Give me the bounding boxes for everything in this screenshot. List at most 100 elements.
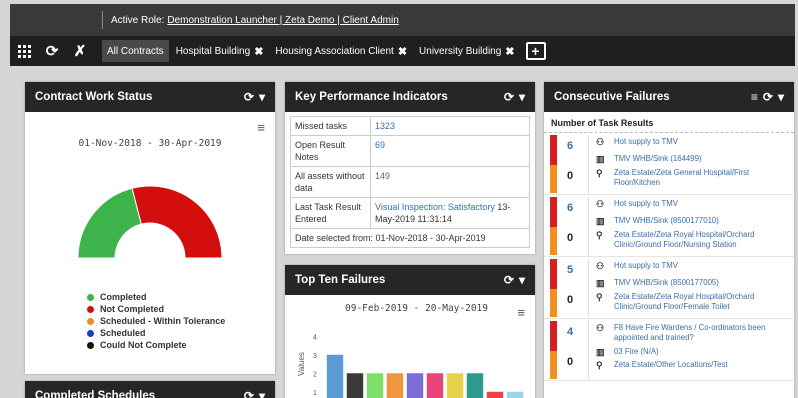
asset-link[interactable]: TMV WHB/Sink (8500177010) bbox=[614, 216, 784, 226]
chevron-down-icon[interactable]: ▾ bbox=[778, 90, 784, 104]
failure-bar-orange bbox=[550, 351, 557, 379]
tab-all-contracts[interactable]: All Contracts bbox=[102, 40, 169, 62]
legend-item[interactable]: Completed bbox=[87, 292, 225, 302]
location-link[interactable]: Zeta Estate/Zeta General Hospital/First … bbox=[614, 168, 784, 188]
chevron-down-icon[interactable]: ▾ bbox=[519, 90, 525, 104]
panel-title: Top Ten Failures bbox=[295, 274, 386, 286]
barcode-icon: ▥ bbox=[596, 154, 605, 164]
barcode-icon: ▥ bbox=[596, 216, 605, 226]
asset-link[interactable]: 03 Fire (N/A) bbox=[614, 347, 784, 357]
legend-item[interactable]: Scheduled - Within Tolerance bbox=[87, 316, 225, 326]
location-line: ⚲ Zeta Estate/Zeta Royal Hospital/Orchard… bbox=[596, 230, 784, 250]
chevron-down-icon[interactable]: ▾ bbox=[519, 273, 525, 287]
failure-zero-count: 0 bbox=[567, 356, 574, 368]
legend-item[interactable]: Not Completed bbox=[87, 304, 225, 314]
failure-bar-orange bbox=[550, 165, 557, 193]
close-icon[interactable]: ✖ bbox=[254, 45, 263, 58]
refresh-icon[interactable]: ⟳ bbox=[504, 90, 514, 104]
bar[interactable] bbox=[466, 373, 484, 398]
kpi-value-link[interactable]: 1323 bbox=[370, 116, 530, 136]
kpi-panel: Key Performance Indicators ⟳ ▾ Missed tas… bbox=[285, 82, 535, 254]
tab-label: All Contracts bbox=[107, 45, 164, 57]
list-item: 4 0 ⚇ F8 Have Fire Wardens / Co-ordinators … bbox=[544, 319, 794, 381]
list-item: 6 0 ⚇ Hot supply to TMV ▥ TMV WHB/Sink (85001… bbox=[544, 195, 794, 257]
barcode-icon: ▥ bbox=[596, 278, 605, 288]
bar[interactable] bbox=[506, 391, 524, 398]
grid-icon[interactable] bbox=[10, 36, 38, 66]
failure-count-link[interactable]: 4 bbox=[567, 326, 573, 338]
list-icon[interactable]: ≡ bbox=[751, 90, 758, 104]
failure-bar-red bbox=[550, 321, 557, 351]
donut-slice[interactable] bbox=[77, 187, 142, 259]
chart-date-range: 09-Feb-2019 - 20-May-2019 bbox=[345, 303, 488, 314]
legend-item[interactable]: Could Not Complete bbox=[87, 340, 225, 350]
close-icon[interactable]: ✖ bbox=[398, 45, 407, 58]
kpi-value-link[interactable]: 149 bbox=[370, 166, 530, 198]
table-row: Open Result Notes 69 bbox=[290, 135, 530, 167]
add-tab-button[interactable]: + bbox=[525, 42, 546, 60]
task-link[interactable]: Hot supply to TMV bbox=[614, 261, 784, 271]
asset-link[interactable]: TMV WHB/Sink (164499) bbox=[614, 154, 784, 164]
kpi-value-link[interactable]: 69 bbox=[370, 135, 530, 167]
task-icon: ⚇ bbox=[596, 323, 605, 333]
legend-item[interactable]: Scheduled bbox=[87, 328, 225, 338]
bar[interactable] bbox=[386, 373, 404, 398]
menu-icon[interactable]: ≡ bbox=[257, 120, 265, 135]
legend-swatch bbox=[87, 293, 94, 301]
legend-swatch bbox=[87, 329, 94, 337]
failure-count-link[interactable]: 6 bbox=[567, 140, 573, 152]
bar[interactable] bbox=[486, 391, 504, 398]
asset-line: ▥ TMV WHB/Sink (164499) bbox=[596, 154, 784, 164]
divider bbox=[588, 197, 589, 255]
location-link[interactable]: Zeta Estate/Zeta Royal Hospital/Orchard … bbox=[614, 230, 784, 250]
panel-header: Top Ten Failures ⟳ ▾ bbox=[285, 265, 535, 295]
bar[interactable] bbox=[346, 373, 364, 398]
chevron-down-icon[interactable]: ▾ bbox=[259, 90, 265, 104]
consecutive-failures-panel: Consecutive Failures ≡ ⟳ ▾ Number of Task … bbox=[544, 82, 794, 398]
bar[interactable] bbox=[366, 373, 384, 398]
refresh-icon[interactable]: ⟳ bbox=[244, 90, 254, 104]
location-link[interactable]: Zeta Estate/Zeta Royal Hospital/Orchard … bbox=[614, 292, 784, 312]
failure-count-link[interactable]: 5 bbox=[567, 264, 573, 276]
bar[interactable] bbox=[326, 354, 344, 398]
completed-schedules-panel: Completed Schedules ⟳ ▾ bbox=[25, 381, 275, 398]
chevron-down-icon[interactable]: ▾ bbox=[259, 389, 265, 398]
failure-count-link[interactable]: 6 bbox=[567, 202, 573, 214]
tab-housing-association-client[interactable]: Housing Association Client ✖ bbox=[270, 40, 412, 62]
menu-icon[interactable]: ≡ bbox=[517, 305, 525, 320]
tab-university-building[interactable]: University Building ✖ bbox=[414, 40, 519, 62]
panel-title: Key Performance Indicators bbox=[295, 91, 448, 103]
kpi-date-selected: Date selected from: 01-Nov-2018 - 30-Apr… bbox=[290, 228, 530, 248]
kpi-label: Open Result Notes bbox=[290, 135, 371, 167]
task-line: ⚇ Hot supply to TMV bbox=[596, 261, 784, 271]
kpi-value-link[interactable]: Visual Inspection: Satisfactory bbox=[375, 202, 495, 212]
bar[interactable] bbox=[426, 373, 444, 398]
failure-bar-red bbox=[550, 259, 557, 289]
tools-icon[interactable]: ✗ bbox=[66, 36, 94, 66]
panel-header: Contract Work Status ⟳ ▾ bbox=[25, 82, 275, 112]
legend-label: Scheduled bbox=[100, 328, 146, 338]
y-tick-label: 1 bbox=[313, 390, 317, 397]
close-icon[interactable]: ✖ bbox=[505, 45, 514, 58]
task-link[interactable]: Hot supply to TMV bbox=[614, 137, 784, 147]
tab-label: Hospital Building bbox=[175, 45, 251, 57]
tab-hospital-building[interactable]: Hospital Building ✖ bbox=[171, 40, 269, 62]
task-icon: ⚇ bbox=[596, 199, 605, 209]
refresh-icon[interactable]: ⟳ bbox=[244, 389, 254, 398]
bar[interactable] bbox=[406, 373, 424, 398]
asset-link[interactable]: TMV WHB/Sink (8500177005) bbox=[614, 278, 784, 288]
active-role-link[interactable]: Demonstration Launcher | Zeta Demo | Cli… bbox=[167, 15, 398, 26]
location-link[interactable]: Zeta Estate/Other Locations/Test bbox=[614, 360, 784, 370]
task-link[interactable]: Hot supply to TMV bbox=[614, 199, 784, 209]
tab-label: University Building bbox=[419, 45, 502, 57]
task-link[interactable]: F8 Have Fire Wardens / Co-ordinators bee… bbox=[614, 323, 784, 343]
legend-swatch bbox=[87, 305, 94, 313]
asset-line: ▥ TMV WHB/Sink (8500177005) bbox=[596, 278, 784, 288]
donut-slice[interactable] bbox=[131, 185, 223, 259]
bar[interactable] bbox=[446, 373, 464, 398]
top-ten-failures-panel: Top Ten Failures ⟳ ▾ 09-Feb-2019 - 20-May… bbox=[285, 265, 535, 398]
refresh-icon[interactable]: ⟳ bbox=[763, 90, 773, 104]
refresh-icon[interactable]: ⟳ bbox=[504, 273, 514, 287]
refresh-icon[interactable]: ⟳ bbox=[38, 36, 66, 66]
y-tick-label: 3 bbox=[313, 353, 317, 360]
